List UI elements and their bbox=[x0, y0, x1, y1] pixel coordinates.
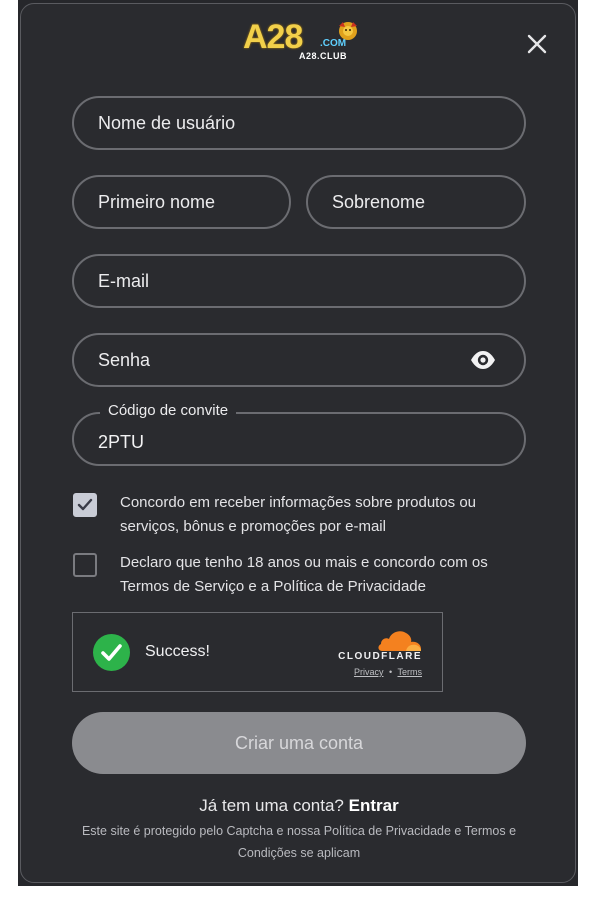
legal-notice: Este site é protegido pelo Captcha e nos… bbox=[81, 824, 517, 860]
invite-code-field[interactable]: Código de convite 2PTU bbox=[72, 402, 526, 466]
have-account-text: Já tem uma conta? bbox=[199, 796, 344, 815]
brand-logo: A28 .COM A28.CLUB bbox=[243, 18, 363, 64]
first-name-field[interactable]: Primeiro nome bbox=[72, 175, 291, 229]
last-name-placeholder: Sobrenome bbox=[332, 191, 426, 212]
cloudflare-links: Privacy • Terms bbox=[354, 667, 422, 677]
first-name-placeholder: Primeiro nome bbox=[98, 191, 216, 212]
eye-icon[interactable] bbox=[470, 349, 496, 371]
invite-code-value: 2PTU bbox=[98, 432, 145, 452]
logo-club-text: A28.CLUB bbox=[299, 51, 348, 61]
last-name-field[interactable]: Sobrenome bbox=[306, 175, 526, 229]
username-field[interactable]: Nome de usuário bbox=[72, 96, 526, 150]
cloudflare-cloud-icon bbox=[378, 631, 421, 651]
login-link[interactable]: Entrar bbox=[349, 796, 399, 815]
lion-mascot-icon bbox=[339, 22, 357, 40]
password-field[interactable]: Senha bbox=[72, 333, 526, 387]
cloudflare-links-separator: • bbox=[389, 667, 393, 677]
cloudflare-brand-text: CLOUDFLARE bbox=[338, 651, 422, 662]
cloudflare-logo: CLOUDFLARE Privacy • Terms bbox=[330, 627, 422, 681]
signup-modal: A28 .COM A28.CLUB Nome de usuário Primei… bbox=[20, 3, 576, 883]
marketing-consent-checkbox[interactable] bbox=[73, 493, 97, 517]
terms-consent-text: Declaro que tenho 18 anos ou mais e conc… bbox=[120, 554, 488, 595]
username-placeholder: Nome de usuário bbox=[98, 112, 236, 133]
cloudflare-terms-link[interactable]: Terms bbox=[398, 667, 423, 677]
captcha-widget: Success! CLOUDFLARE Privacy • Terms bbox=[72, 612, 443, 692]
terms-consent-checkbox[interactable] bbox=[73, 553, 97, 577]
email-placeholder: E-mail bbox=[98, 270, 150, 291]
create-account-button[interactable]: Criar uma conta bbox=[72, 712, 526, 774]
success-check-icon bbox=[93, 634, 130, 671]
login-prompt: Já tem uma conta? Entrar bbox=[21, 796, 577, 816]
cloudflare-privacy-link[interactable]: Privacy bbox=[354, 667, 384, 677]
close-icon[interactable] bbox=[525, 32, 549, 56]
marketing-consent-text: Concordo em receber informações sobre pr… bbox=[120, 494, 477, 535]
invite-code-label: Código de convite bbox=[100, 402, 237, 419]
email-field[interactable]: E-mail bbox=[72, 254, 526, 308]
captcha-status: Success! bbox=[145, 643, 210, 660]
logo-main-text: A28 bbox=[243, 18, 303, 56]
checkmark-icon bbox=[77, 498, 93, 511]
password-placeholder: Senha bbox=[98, 349, 151, 370]
